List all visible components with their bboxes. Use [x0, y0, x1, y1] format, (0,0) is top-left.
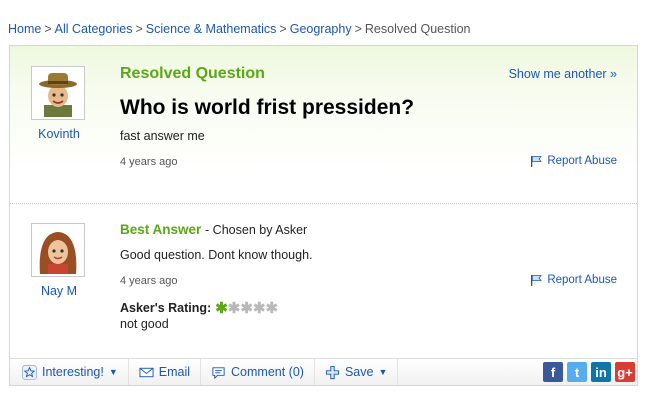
comment-label: Comment (0) [231, 365, 304, 379]
email-button[interactable]: Email [129, 359, 202, 385]
asker-rating: Asker's Rating: ✱✱✱✱✱ [120, 299, 278, 317]
star-empty-icon: ✱ [265, 300, 279, 317]
rating-stars: ✱✱✱✱✱ [215, 299, 278, 317]
report-abuse-question[interactable]: Report Abuse [530, 155, 617, 167]
plus-icon [325, 365, 340, 379]
social-share: f t in g+ [543, 362, 637, 382]
answerer-avatar[interactable] [31, 223, 85, 277]
answer-body: Good question. Dont know though. [120, 248, 313, 262]
comment-button[interactable]: Comment (0) [201, 359, 315, 385]
star-filled-icon: ✱ [215, 300, 228, 317]
girl-avatar-icon [34, 226, 82, 274]
save-button[interactable]: Save ▼ [315, 359, 399, 385]
speech-bubble-icon [212, 366, 225, 379]
answer-timestamp: 4 years ago [120, 275, 178, 287]
question-body: fast answer me [120, 129, 205, 143]
resolved-question-label: Resolved Question [120, 65, 265, 82]
question-panel: Kovinth Resolved Question Show me anothe… [9, 45, 638, 386]
envelope-icon [139, 367, 154, 377]
star-empty-icon: ✱ [240, 300, 253, 317]
chevron-down-icon: ▼ [108, 367, 118, 377]
breadcrumb-separator: > [44, 22, 52, 36]
interesting-button[interactable]: Interesting! ▼ [10, 359, 129, 385]
chevron-down-icon: ▼ [378, 367, 388, 377]
breadcrumb-separator: > [279, 22, 287, 36]
chosen-by-label: - Chosen by Asker [205, 223, 308, 237]
breadcrumb-science-mathematics[interactable]: Science & Mathematics [146, 22, 277, 36]
report-abuse-answer[interactable]: Report Abuse [530, 274, 617, 286]
question-title: Who is world frist pressiden? [120, 96, 415, 119]
breadcrumb-separator: > [135, 22, 143, 36]
linkedin-icon[interactable]: in [591, 362, 611, 382]
flag-icon [531, 275, 543, 286]
email-label: Email [158, 365, 191, 379]
asker-name[interactable]: Kovinth [19, 127, 99, 141]
breadcrumb-separator: > [354, 22, 362, 36]
asker-rating-label: Asker's Rating: [120, 301, 212, 315]
breadcrumb-current: Resolved Question [364, 22, 471, 36]
twitter-icon[interactable]: t [567, 362, 587, 382]
star-empty-icon: ✱ [227, 300, 241, 317]
report-abuse-label: Report Abuse [547, 274, 617, 286]
flag-icon [531, 156, 543, 167]
asker-avatar[interactable] [31, 66, 85, 120]
best-answer-header: Best Answer - Chosen by Asker [120, 222, 307, 237]
breadcrumb-all-categories[interactable]: All Categories [55, 22, 133, 36]
cowboy-avatar-icon [34, 69, 82, 117]
breadcrumb-home[interactable]: Home [8, 22, 41, 36]
googleplus-icon[interactable]: g+ [615, 362, 635, 382]
star-outline-icon [22, 364, 37, 380]
action-toolbar: Interesting! ▼ Email Comment (0) Save ▼ [10, 358, 637, 385]
save-label: Save [344, 365, 374, 379]
best-answer-label: Best Answer [120, 222, 202, 237]
breadcrumb-geography[interactable]: Geography [290, 22, 352, 36]
question-section: Kovinth Resolved Question Show me anothe… [10, 46, 637, 203]
answerer-name[interactable]: Nay M [19, 284, 99, 298]
section-divider [10, 203, 637, 204]
star-empty-icon: ✱ [252, 300, 266, 317]
rating-comment: not good [120, 317, 169, 331]
report-abuse-label: Report Abuse [547, 155, 617, 167]
facebook-icon[interactable]: f [543, 362, 563, 382]
interesting-label: Interesting! [42, 365, 104, 379]
question-timestamp: 4 years ago [120, 156, 178, 168]
show-another-link[interactable]: Show me another » [509, 67, 617, 81]
breadcrumb: Home > All Categories > Science & Mathematic… [8, 22, 471, 36]
